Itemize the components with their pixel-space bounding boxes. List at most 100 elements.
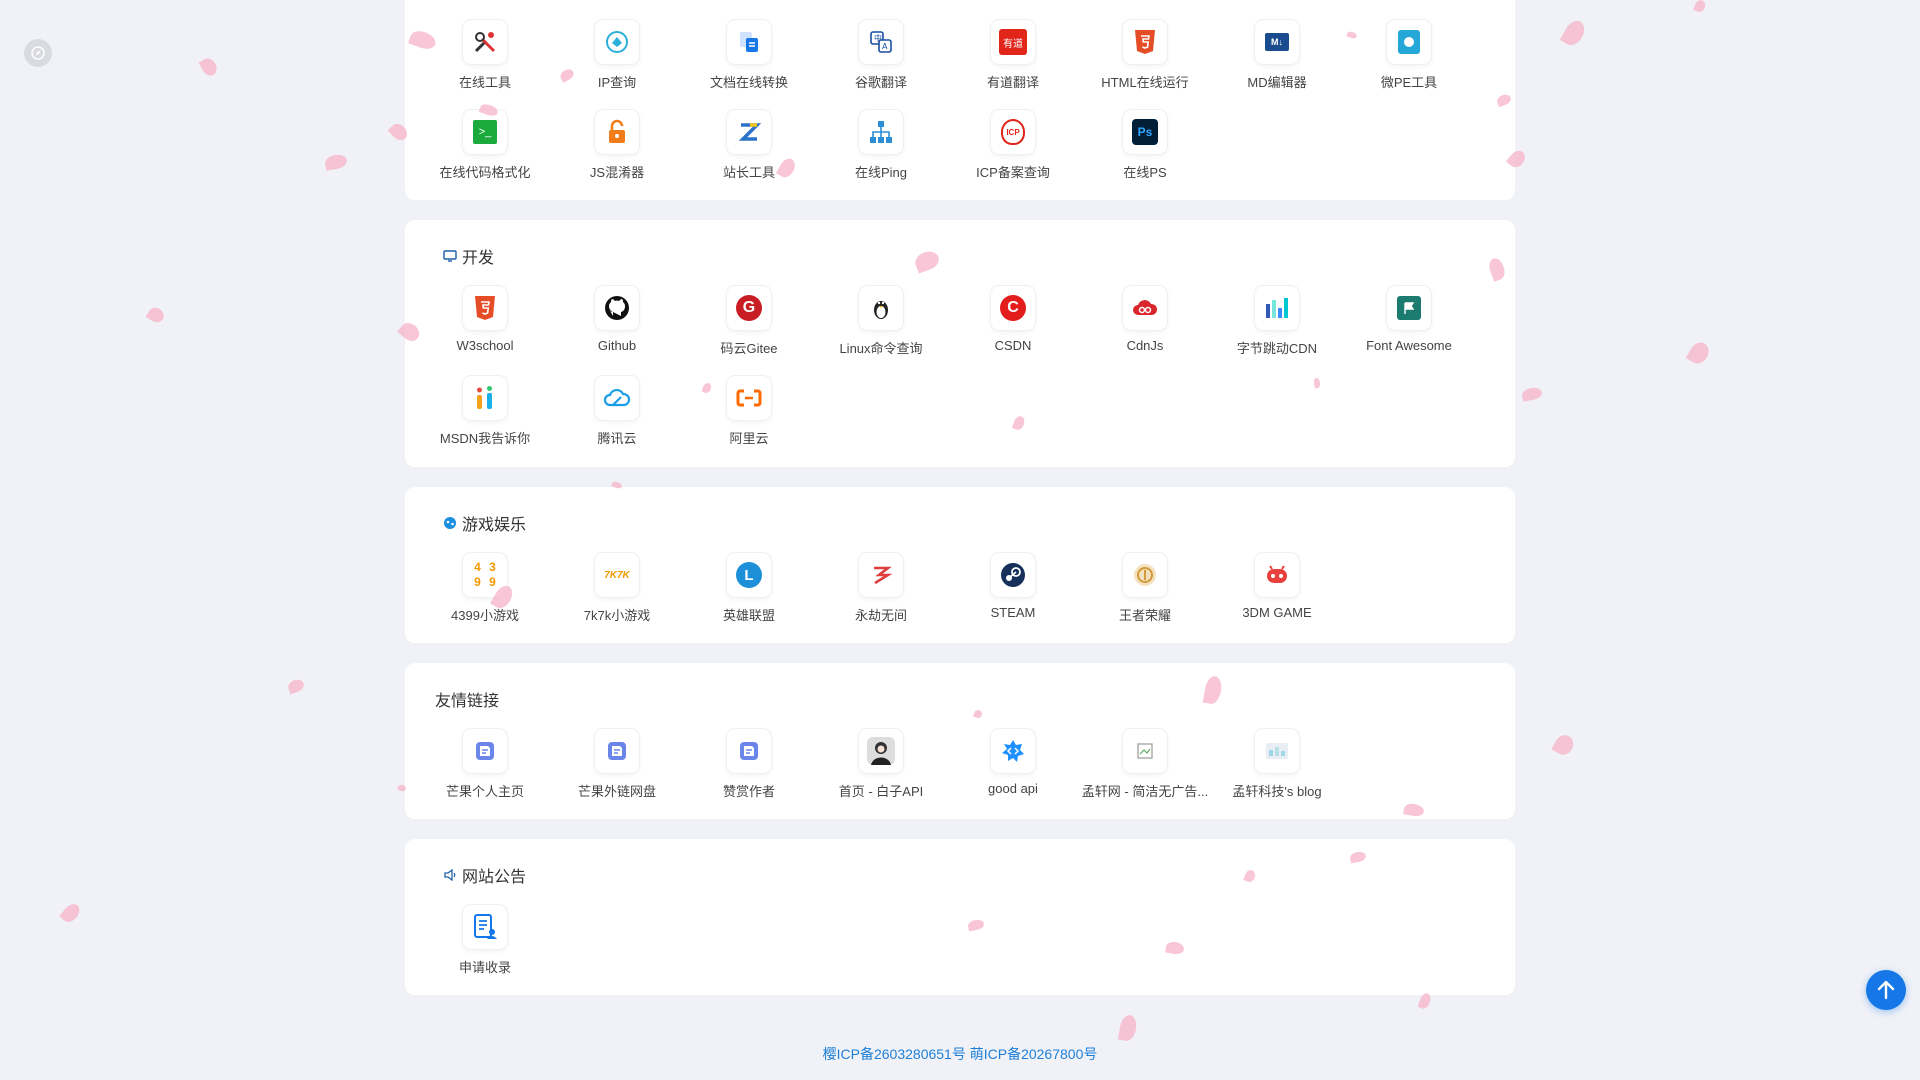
compass-icon[interactable] xyxy=(24,39,52,67)
item-label: 孟轩网 - 简洁无广告... xyxy=(1081,784,1209,799)
link-online-ping[interactable]: 在线Ping xyxy=(815,108,947,198)
ps-badge: Ps xyxy=(1132,119,1158,145)
link-w3school[interactable]: W3school xyxy=(419,284,551,374)
html5-icon xyxy=(463,286,507,330)
link-mango-home[interactable]: 芒果个人主页 xyxy=(419,727,551,817)
link-wepe[interactable]: 微PE工具 xyxy=(1343,18,1475,108)
link-md-editor[interactable]: M↓ MD编辑器 xyxy=(1211,18,1343,108)
item-label: 4399小游戏 xyxy=(451,608,519,623)
blog-icon xyxy=(1255,729,1299,773)
link-font-awesome[interactable]: Font Awesome xyxy=(1343,284,1475,374)
7k7k-icon: 7K7K xyxy=(595,553,639,597)
item-label: W3school xyxy=(456,338,514,353)
aliyun-icon xyxy=(727,376,771,420)
item-label: 字节跳动CDN xyxy=(1236,341,1318,356)
item-label: Github xyxy=(597,338,637,353)
petal xyxy=(198,55,220,79)
link-cdnjs[interactable]: CdnJs xyxy=(1079,284,1211,374)
item-label: MD编辑器 xyxy=(1247,75,1307,90)
steam-icon xyxy=(991,553,1035,597)
link-ip-query[interactable]: IP查询 xyxy=(551,18,683,108)
games-grid: 4 3 9 9 4399小游戏 7K7K 7k7k小游戏 L 英雄联盟 永劫无间 STEAM… xyxy=(419,551,1501,641)
link-youdao[interactable]: 有道 有道翻译 xyxy=(947,18,1079,108)
link-linux-cmd[interactable]: Linux命令查询 xyxy=(815,284,947,374)
link-google-translate[interactable]: 中 A 谷歌翻译 xyxy=(815,18,947,108)
monitor-icon xyxy=(443,249,457,263)
link-doc-convert[interactable]: 文档在线转换 xyxy=(683,18,815,108)
youdao-badge: 有道 xyxy=(999,29,1027,55)
speaker-icon xyxy=(443,868,457,882)
link-html-run[interactable]: HTML在线运行 xyxy=(1079,18,1211,108)
item-label: 3DM GAME xyxy=(1242,605,1312,620)
back-to-top-button[interactable] xyxy=(1866,970,1906,1010)
link-code-format[interactable]: >_ 在线代码格式化 xyxy=(419,108,551,198)
link-github[interactable]: Github xyxy=(551,284,683,374)
link-apply-listing[interactable]: 申请收录 xyxy=(419,903,551,993)
item-label: 在线PS xyxy=(1123,165,1167,180)
youdao-icon: 有道 xyxy=(991,20,1035,64)
item-label: 在线工具 xyxy=(458,75,511,90)
link-honor-of-kings[interactable]: 王者荣耀 xyxy=(1079,551,1211,641)
network-icon xyxy=(859,110,903,154)
item-label: 申请收录 xyxy=(458,960,511,975)
item-label: 赞赏作者 xyxy=(722,784,775,799)
link-donate-author[interactable]: 赞赏作者 xyxy=(683,727,815,817)
translate-icon: 中A xyxy=(859,20,903,64)
link-mengxuan-blog[interactable]: 孟轩科技's blog xyxy=(1211,727,1343,817)
cdnjs-icon xyxy=(1123,286,1167,330)
link-msdn[interactable]: MSDN我告诉你 xyxy=(419,374,551,464)
link-lol[interactable]: L 英雄联盟 xyxy=(683,551,815,641)
link-7k7k[interactable]: 7K7K 7k7k小游戏 xyxy=(551,551,683,641)
section-title-text: 开发 xyxy=(462,250,495,267)
link-bytedance-cdn[interactable]: 字节跳动CDN xyxy=(1211,284,1343,374)
petal xyxy=(59,900,83,926)
link-3dm[interactable]: 3DM GAME xyxy=(1211,551,1343,641)
avatar-icon xyxy=(859,729,903,773)
item-label: 文档在线转换 xyxy=(709,75,788,90)
link-online-tools[interactable]: 在线工具 xyxy=(419,18,551,108)
link-steam[interactable]: STEAM xyxy=(947,551,1079,641)
item-label: 首页 - 白子API xyxy=(838,784,924,799)
item-label: 微PE工具 xyxy=(1380,75,1438,90)
link-webmaster-tools[interactable]: 站长工具 xyxy=(683,108,815,198)
link-naraka[interactable]: 永劫无间 xyxy=(815,551,947,641)
item-label: 7k7k小游戏 xyxy=(583,608,651,623)
markdown-icon: M↓ xyxy=(1255,20,1299,64)
item-label: 站长工具 xyxy=(722,165,775,180)
bytedance-icon xyxy=(1255,286,1299,330)
link-mengxuan-net[interactable]: 孟轩网 - 简洁无广告... xyxy=(1079,727,1211,817)
csdn-icon: C xyxy=(991,286,1035,330)
section-title: 友情链接 xyxy=(419,663,1501,727)
item-label: 阿里云 xyxy=(729,431,769,446)
petal xyxy=(1551,731,1577,759)
link-icp-query[interactable]: ICP ICP备案查询 xyxy=(947,108,1079,198)
link-gitee[interactable]: G 码云Gitee xyxy=(683,284,815,374)
announcement-grid: 申请收录 xyxy=(419,903,1501,993)
icp-badge: ICP xyxy=(1001,119,1025,145)
item-label: 有道翻译 xyxy=(986,75,1039,90)
section-tools: 在线工具 IP查询 文档在线转换 中 A 谷歌翻译 有道 有道翻译 HTML在线运行 … xyxy=(405,0,1515,200)
link-mango-netdisk[interactable]: 芒果外链网盘 xyxy=(551,727,683,817)
link-4399[interactable]: 4 3 9 9 4399小游戏 xyxy=(419,551,551,641)
gitee-icon: G xyxy=(727,286,771,330)
fontawesome-icon xyxy=(1387,286,1431,330)
dev-grid: W3school Github G 码云Gitee Linux命令查询 C CSDN… xyxy=(419,284,1501,464)
link-online-ps[interactable]: Ps 在线PS xyxy=(1079,108,1211,198)
link-tencent-cloud[interactable]: 腾讯云 xyxy=(551,374,683,464)
footer-icp[interactable]: 樱ICP备2603280651号 萌ICP备20267800号 xyxy=(0,1044,1920,1064)
link-good-api[interactable]: good api xyxy=(947,727,1079,817)
link-js-obfuscator[interactable]: JS混淆器 xyxy=(551,108,683,198)
terminal-icon: >_ xyxy=(463,110,507,154)
petal xyxy=(286,677,306,695)
link-csdn[interactable]: C CSDN xyxy=(947,284,1079,374)
lock-icon xyxy=(595,110,639,154)
link-baizi-api[interactable]: 首页 - 白子API xyxy=(815,727,947,817)
bookmark-icon xyxy=(463,729,507,773)
item-label: 腾讯云 xyxy=(597,431,637,446)
section-title-text: 网站公告 xyxy=(462,869,527,886)
svg-text:中: 中 xyxy=(874,33,882,43)
section-title-text: 游戏娱乐 xyxy=(462,517,527,534)
petal xyxy=(323,153,349,171)
item-label: 王者荣耀 xyxy=(1118,608,1171,623)
item-label: 芒果外链网盘 xyxy=(577,784,656,799)
